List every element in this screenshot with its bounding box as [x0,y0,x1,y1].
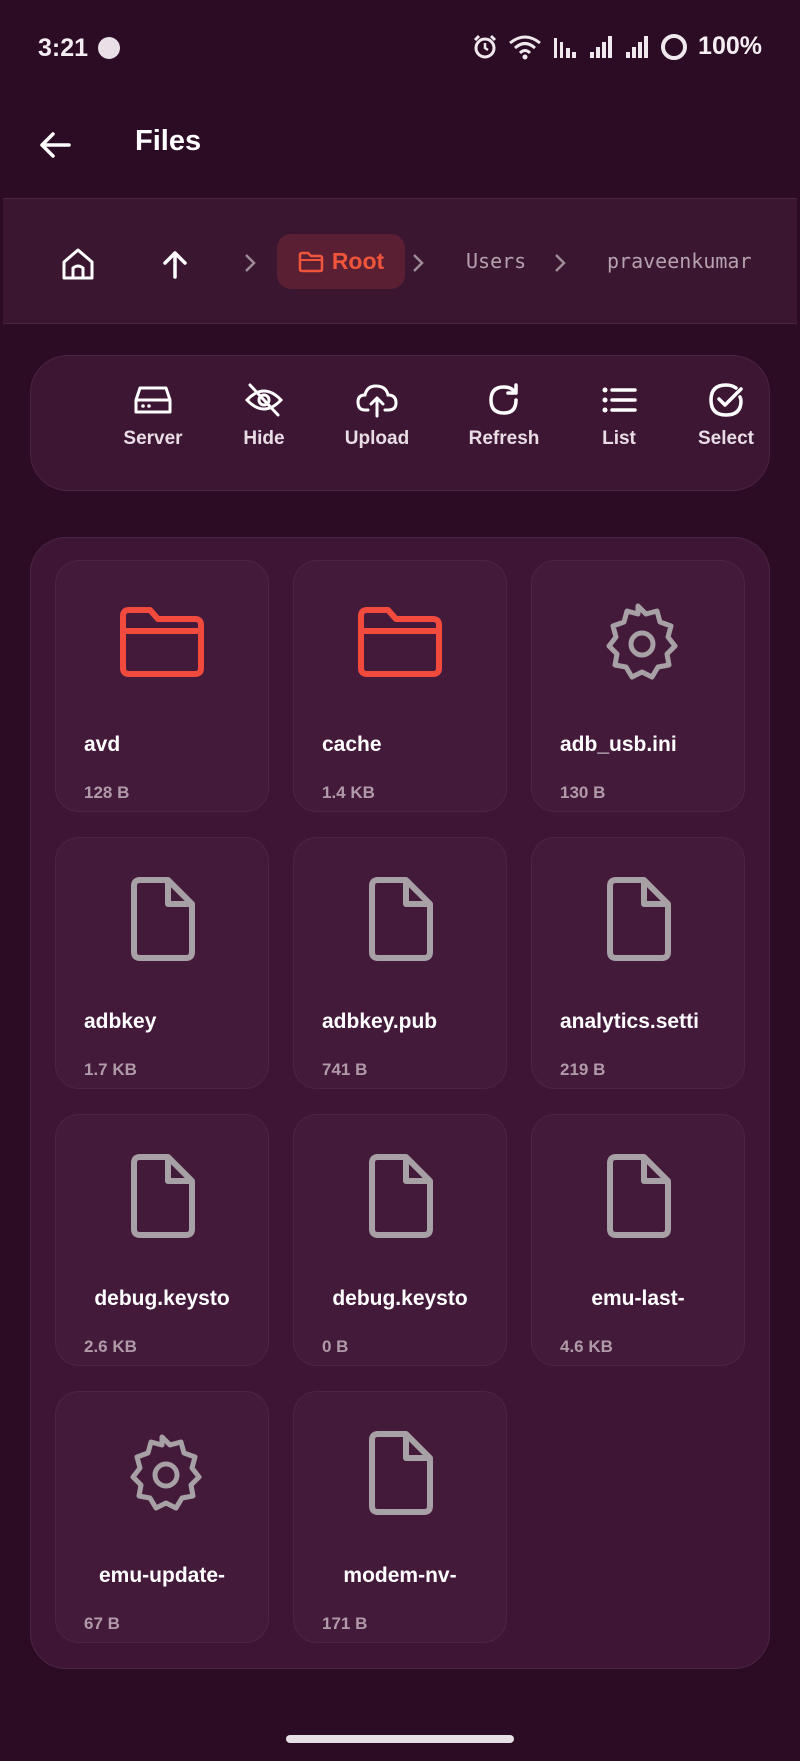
signal-icon [590,35,613,58]
gear-icon [130,1434,202,1511]
app-bar: Files [0,100,800,190]
folder-icon [120,607,204,677]
wifi-icon [509,35,541,59]
refresh-label: Refresh [468,428,540,449]
file-tile[interactable]: adbkey.pub 741 B [293,837,507,1089]
page-title: Files [135,125,202,157]
file-size: 741 B [322,1060,368,1079]
battery-icon [661,33,688,60]
select-button[interactable]: Select [681,376,771,476]
file-size: 67 B [84,1614,120,1633]
home-icon [62,248,94,280]
check-circle-icon [709,383,743,417]
data-signal-icon [554,37,577,58]
file-tile[interactable]: modem-nv- 171 B [293,1391,507,1643]
chevron-right-icon [413,254,424,272]
file-size: 0 B [322,1337,349,1356]
hide-label: Hide [243,428,285,449]
file-icon [131,877,195,961]
file-name: emu-last- [591,1287,685,1310]
notification-dot-icon [98,37,120,59]
breadcrumb: Root Users praveenkumar [3,198,797,324]
cloud-upload-icon [356,384,398,418]
file-name: emu-update- [99,1564,225,1587]
file-size: 219 B [560,1060,606,1079]
file-tile[interactable]: adb_usb.ini 130 B [531,560,745,812]
upload-label: Upload [344,428,410,449]
alarm-icon [473,34,497,58]
eye-off-icon [244,383,284,417]
navigate-up-button[interactable] [150,239,200,289]
back-arrow-icon [40,132,71,158]
breadcrumb-root-label: Root [331,248,385,274]
folder-icon [358,607,442,677]
battery-level: 100% [698,32,762,60]
signal-icon-2 [626,35,649,58]
file-icon [607,1154,671,1238]
refresh-icon [489,383,518,415]
file-tile[interactable]: avd 128 B [55,560,269,812]
file-icon [607,877,671,961]
file-size: 171 B [322,1614,368,1633]
file-name: debug.keysto [332,1287,468,1310]
upload-button[interactable]: Upload [332,376,422,476]
file-tile[interactable]: analytics.setti 219 B [531,837,745,1089]
server-label: Server [123,428,183,449]
file-grid: avd 128 B cache 1.4 KB adb_usb.ini 130 B [30,537,770,1669]
server-button[interactable]: Server [108,376,198,476]
file-size: 1.7 KB [84,1060,137,1079]
file-name: modem-nv- [343,1564,457,1587]
file-tile[interactable]: adbkey 1.7 KB [55,837,269,1089]
file-tile[interactable]: debug.keysto 2.6 KB [55,1114,269,1366]
file-icon [369,1431,433,1515]
home-indicator[interactable] [286,1735,514,1743]
file-name: analytics.setti [560,1010,699,1033]
file-size: 1.4 KB [322,783,375,802]
list-label: List [602,428,636,449]
file-icon [369,1154,433,1238]
arrow-up-icon [163,251,187,279]
folder-icon [298,251,324,272]
list-icon [602,387,637,413]
file-size: 4.6 KB [560,1337,613,1356]
file-size: 2.6 KB [84,1337,137,1356]
action-toolbar: Server Hide Upload Refresh List Select [30,355,770,491]
file-tile[interactable]: emu-last- 4.6 KB [531,1114,745,1366]
file-tile[interactable]: cache 1.4 KB [293,560,507,812]
home-button[interactable] [53,239,103,289]
breadcrumb-segment-user[interactable]: praveenkumar [607,249,752,273]
file-icon [369,877,433,961]
server-icon [134,386,172,414]
file-name: cache [322,733,382,756]
refresh-button[interactable]: Refresh [459,376,549,476]
file-name: adbkey.pub [322,1010,438,1033]
breadcrumb-root[interactable]: Root [277,234,405,289]
file-size: 128 B [84,783,130,802]
chevron-right-icon [245,254,256,272]
status-time: 3:21 [38,34,89,62]
status-bar: 3:21 100% [0,0,800,100]
file-name: avd [84,733,121,756]
file-name: adb_usb.ini [560,733,677,756]
breadcrumb-segment-users[interactable]: Users [466,249,526,273]
gear-icon [606,603,678,680]
file-tile[interactable]: emu-update- 67 B [55,1391,269,1643]
file-name: adbkey [84,1010,157,1033]
list-view-button[interactable]: List [574,376,664,476]
file-tile[interactable]: debug.keysto 0 B [293,1114,507,1366]
hide-button[interactable]: Hide [219,376,309,476]
chevron-right-icon [555,254,566,272]
status-icons: 100% [472,32,762,61]
back-button[interactable] [30,120,80,170]
file-size: 130 B [560,783,606,802]
select-label: Select [698,428,754,449]
file-icon [131,1154,195,1238]
file-name: debug.keysto [94,1287,230,1310]
